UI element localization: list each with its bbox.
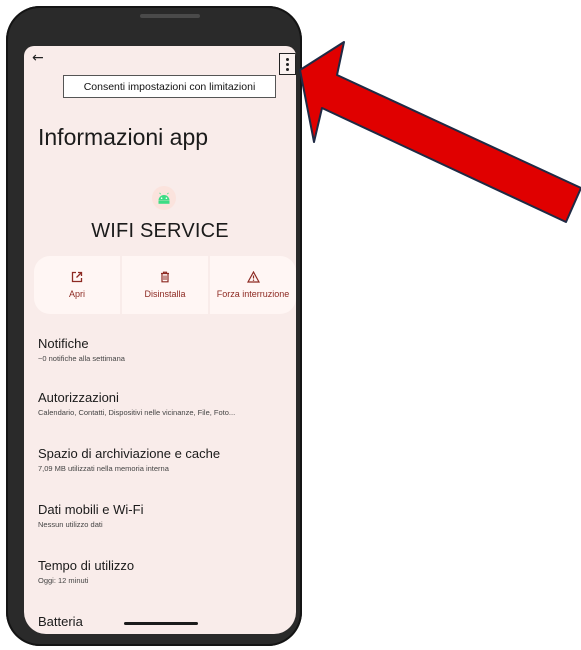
warning-icon bbox=[246, 271, 260, 283]
app-actions: Apri Disinstalla Forza interruzione bbox=[34, 256, 296, 314]
open-button-label: Apri bbox=[68, 289, 85, 299]
setting-title: Spazio di archiviazione e cache bbox=[38, 446, 221, 461]
setting-title: Autorizzazioni bbox=[38, 390, 119, 405]
setting-subtitle: ~0 notifiche alla settimana bbox=[38, 354, 125, 363]
setting-notifications[interactable]: Notifiche ~0 notifiche alla settimana bbox=[38, 336, 125, 363]
setting-title: Notifiche bbox=[38, 336, 89, 351]
setting-storage-cache[interactable]: Spazio di archiviazione e cache 7,09 MB … bbox=[38, 446, 220, 473]
back-arrow-icon[interactable]: ← bbox=[32, 50, 44, 66]
app-name: WIFI SERVICE bbox=[91, 220, 229, 242]
setting-title: Batteria bbox=[38, 614, 83, 629]
setting-permissions[interactable]: Autorizzazioni Calendario, Contatti, Dis… bbox=[38, 390, 235, 417]
android-app-icon bbox=[152, 186, 176, 210]
more-vert-icon bbox=[286, 57, 289, 71]
setting-subtitle: Calendario, Contatti, Dispositivi nelle … bbox=[38, 408, 236, 417]
setting-title: Tempo di utilizzo bbox=[38, 558, 135, 573]
phone-frame: ← Consenti impostazioni con limitazioni … bbox=[6, 6, 302, 646]
trash-icon bbox=[161, 271, 169, 283]
force-stop-button-label: Forza interruzione bbox=[216, 289, 290, 299]
force-stop-button[interactable]: Forza interruzione bbox=[210, 256, 296, 314]
page-title: Informazioni app bbox=[38, 124, 209, 150]
gesture-home-bar[interactable] bbox=[124, 622, 198, 625]
setting-title: Dati mobili e Wi-Fi bbox=[38, 502, 144, 517]
phone-speaker bbox=[140, 14, 200, 18]
setting-subtitle: Nessun utilizzo dati bbox=[38, 520, 103, 529]
allow-restricted-settings-menu-item[interactable]: Consenti impostazioni con limitazioni bbox=[63, 75, 276, 98]
setting-battery[interactable]: Batteria bbox=[38, 614, 83, 629]
uninstall-button-label: Disinstalla bbox=[144, 289, 186, 299]
setting-subtitle: 7,09 MB utilizzati nella memoria interna bbox=[38, 464, 169, 473]
open-button[interactable]: Apri bbox=[34, 256, 120, 314]
uninstall-button[interactable]: Disinstalla bbox=[122, 256, 208, 314]
more-options-button[interactable] bbox=[279, 53, 296, 75]
setting-screen-time[interactable]: Tempo di utilizzo Oggi: 12 minuti bbox=[38, 558, 134, 585]
app-info-screen: ← Consenti impostazioni con limitazioni … bbox=[24, 46, 296, 634]
setting-mobile-data-wifi[interactable]: Dati mobili e Wi-Fi Nessun utilizzo dati bbox=[38, 502, 143, 529]
open-in-new-icon bbox=[71, 271, 83, 283]
setting-subtitle: Oggi: 12 minuti bbox=[38, 576, 89, 585]
